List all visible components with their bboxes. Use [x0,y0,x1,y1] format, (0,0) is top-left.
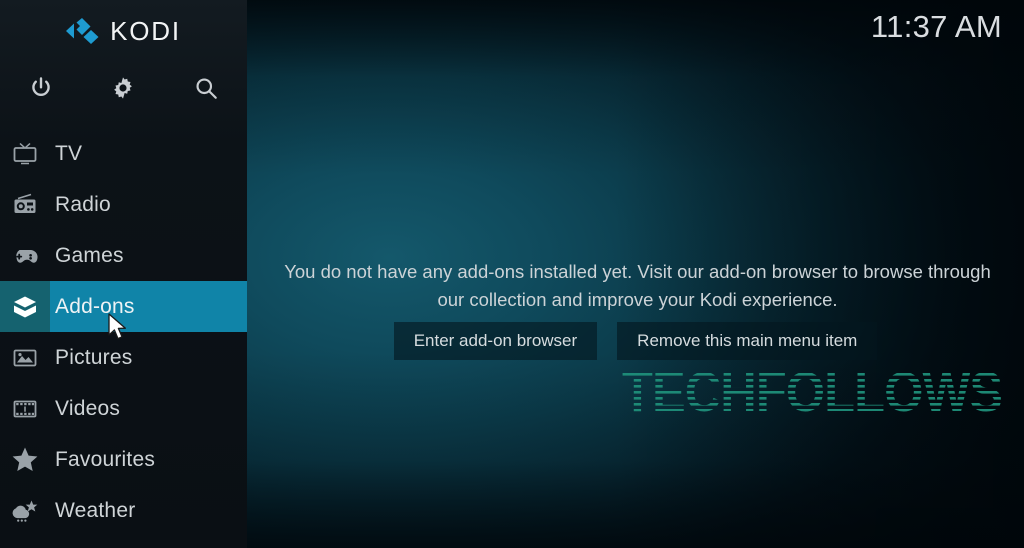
weather-icon [12,500,38,522]
star-icon [12,447,38,471]
enter-addon-browser-button[interactable]: Enter add-on browser [393,322,598,360]
addons-box-icon [14,296,36,317]
app-logo: KODI [0,8,247,54]
sidebar-toolbar [0,62,247,114]
sidebar-item-weather[interactable]: Weather [0,485,247,536]
search-icon [196,78,217,99]
radio-icon [14,193,36,213]
tv-icon [13,142,37,164]
sidebar-item-label: Radio [55,192,111,216]
sidebar-item-label: Games [55,243,124,267]
sidebar-item-videos[interactable]: Videos [0,383,247,434]
settings-button[interactable] [82,62,164,114]
search-button[interactable] [165,62,247,114]
kodi-home-screen: 11:37 AM You do not have any add-ons ins… [0,0,1024,548]
menu-icon-cell [0,281,50,332]
techfollows-watermark: TECHFOLLOWS [622,366,1003,418]
power-button[interactable] [0,62,82,114]
main-content: You do not have any add-ons installed ye… [247,0,1024,548]
sidebar-item-add-ons[interactable]: Add-ons [0,281,247,332]
sidebar-item-favourites[interactable]: Favourites [0,434,247,485]
sidebar-item-radio[interactable]: Radio [0,179,247,230]
empty-state-message: You do not have any add-ons installed ye… [284,261,991,310]
svg-text:TECHFOLLOWS: TECHFOLLOWS [622,366,1002,418]
menu-icon-cell [0,434,50,485]
sidebar-item-label: Favourites [55,447,156,471]
menu-icon-cell [0,383,50,434]
action-buttons: Enter add-on browser Remove this main me… [247,322,1024,360]
sidebar-item-label: Add-ons [55,294,135,318]
power-icon [32,77,50,96]
menu-icon-cell [0,485,50,536]
gamepad-icon [16,249,38,263]
remove-main-menu-item-button[interactable]: Remove this main menu item [617,322,878,360]
sidebar-item-label: Weather [55,498,136,522]
menu-icon-cell [0,179,50,230]
sidebar-item-games[interactable]: Games [0,230,247,281]
app-logo-text: KODI [110,15,181,46]
sidebar-item-label: Videos [55,396,121,420]
menu-icon-cell [0,230,50,281]
sidebar-item-label: TV [55,141,83,165]
kodi-logo-icon [66,18,99,44]
sidebar: KODI TV Radio Games Add-ons Pictures Vid… [0,0,247,548]
menu-icon-cell [0,128,50,179]
menu-icon-cell [0,332,50,383]
sidebar-item-tv[interactable]: TV [0,128,247,179]
pictures-icon [13,349,37,366]
gear-icon [114,77,133,99]
sidebar-item-pictures[interactable]: Pictures [0,332,247,383]
film-strip-icon [13,400,37,417]
sidebar-item-label: Pictures [55,345,133,369]
main-menu: TV Radio Games Add-ons Pictures Videos F… [0,128,247,536]
